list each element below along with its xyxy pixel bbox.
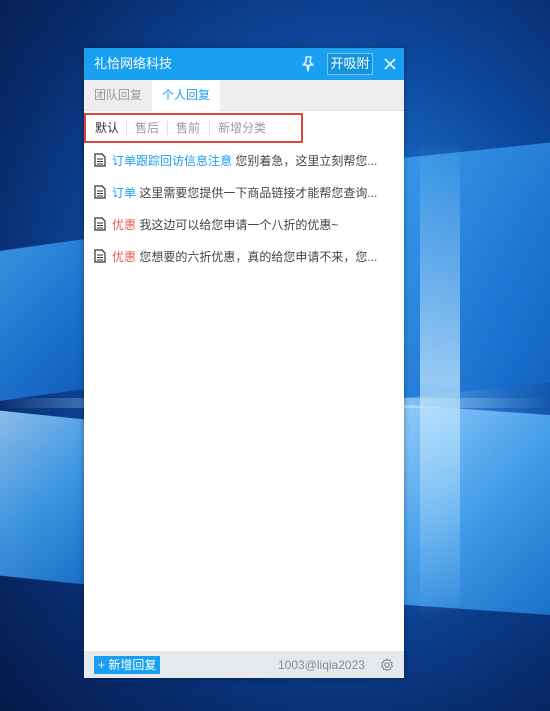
reply-tag: 优惠 [112, 218, 137, 232]
category-pre-sales[interactable]: 售前 [176, 120, 200, 136]
category-divider [167, 121, 168, 135]
gear-icon[interactable] [380, 658, 394, 672]
category-default[interactable]: 默认 [95, 120, 119, 136]
reply-content: 您想要的六折优惠，真的给您申请不来，您... [139, 250, 378, 264]
open-attach-button[interactable]: 开吸附 [327, 53, 373, 75]
reply-content: 这里需要您提供一下商品链接才能帮您查询... [139, 186, 378, 200]
account-label: 1003@liqia2023 [278, 658, 365, 672]
close-icon[interactable] [380, 54, 400, 74]
document-icon [94, 153, 106, 167]
list-item[interactable]: 优惠 我这边可以给您申请一个八折的优惠~ [84, 209, 404, 241]
document-icon [94, 185, 106, 199]
category-bar: 默认 售后 售前 新增分类 [84, 111, 404, 145]
wallpaper-beam [420, 140, 460, 620]
tab-personal-reply[interactable]: 个人回复 [152, 80, 220, 111]
reply-content: 您别着急，这里立刻帮您... [235, 154, 378, 168]
document-icon [94, 249, 106, 263]
title-bar: 礼恰网络科技 开吸附 [84, 48, 404, 80]
list-item[interactable]: 优惠 您想要的六折优惠，真的给您申请不来，您... [84, 241, 404, 273]
reply-tabs: 团队回复 个人回复 [84, 80, 404, 111]
pin-icon[interactable] [298, 54, 318, 74]
category-after-sales[interactable]: 售后 [135, 120, 159, 136]
reply-tag: 订单 [112, 186, 137, 200]
category-divider [209, 121, 210, 135]
wallpaper-pane [0, 239, 84, 401]
list-item[interactable]: 订单 这里需要您提供一下商品链接才能帮您查询... [84, 177, 404, 209]
category-divider [126, 121, 127, 135]
reply-content: 我这边可以给您申请一个八折的优惠~ [139, 218, 339, 232]
document-icon [94, 217, 106, 231]
window-title: 礼恰网络科技 [94, 56, 173, 71]
reply-tag: 订单跟踪回访信息注意 [112, 154, 233, 168]
add-category-button[interactable]: 新增分类 [218, 120, 266, 136]
list-item[interactable]: 订单跟踪回访信息注意 您别着急，这里立刻帮您... [84, 145, 404, 177]
wallpaper-pane [0, 410, 84, 585]
reply-tag: 优惠 [112, 250, 137, 264]
tab-team-reply[interactable]: 团队回复 [84, 80, 152, 110]
quick-reply-window: 礼恰网络科技 开吸附 团队回复 个人回复 默认 售后 售前 新增分类 订单跟踪回… [84, 48, 404, 678]
footer-bar: + 新增回复 1003@liqia2023 [84, 651, 404, 678]
add-reply-button[interactable]: + 新增回复 [94, 656, 161, 674]
